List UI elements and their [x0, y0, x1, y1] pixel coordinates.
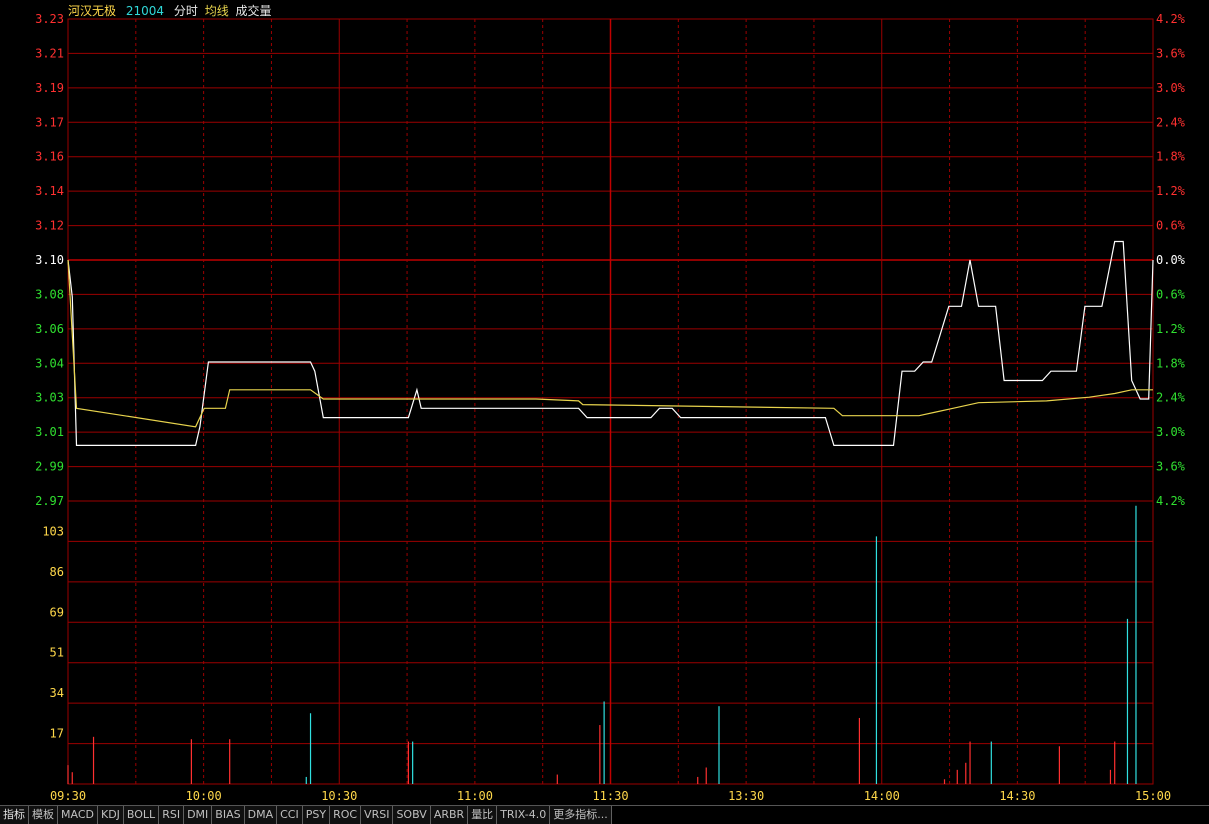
- tab-1[interactable]: 模板: [29, 806, 58, 824]
- tab-12[interactable]: VRSI: [361, 806, 394, 824]
- volume-tick-label: 103: [42, 524, 64, 538]
- tab-8[interactable]: DMA: [244, 806, 278, 824]
- tab-2[interactable]: MACD: [58, 806, 98, 824]
- time-tick-label: 09:30: [50, 789, 86, 803]
- tab-14[interactable]: ARBR: [430, 806, 469, 824]
- tab-16[interactable]: TRIX-4.0: [497, 806, 551, 824]
- percent-tick-label: 3.0%: [1156, 425, 1186, 439]
- percent-tick-label: 2.4%: [1156, 391, 1186, 405]
- tab-15[interactable]: 量比: [468, 806, 498, 824]
- price-tick-label: 3.23: [35, 12, 64, 26]
- price-tick-label: 3.04: [35, 356, 64, 370]
- price-tick-label: 3.21: [35, 46, 64, 60]
- tab-0[interactable]: 指标: [0, 806, 29, 824]
- volume-tick-label: 86: [50, 565, 64, 579]
- time-tick-label: 14:00: [864, 789, 900, 803]
- volume-axis-labels: 103 86 69 51 34 17: [42, 524, 64, 740]
- price-tick-label: 3.10: [35, 253, 64, 267]
- price-tick-label: 3.14: [35, 184, 64, 198]
- label-volume: 成交量: [235, 4, 272, 18]
- volume-tick-label: 69: [50, 605, 64, 619]
- price-tick-label: 3.06: [35, 322, 64, 336]
- time-tick-label: 10:30: [321, 789, 357, 803]
- tab-9[interactable]: CCI: [277, 806, 303, 824]
- price-tick-label: 3.16: [35, 150, 64, 164]
- percent-tick-label: 0.6%: [1156, 219, 1186, 233]
- label-intraday: 分时: [173, 4, 198, 18]
- percent-tick-label: 4.2%: [1156, 12, 1186, 26]
- price-tick-label: 3.17: [35, 115, 64, 129]
- percent-tick-label: 2.4%: [1156, 115, 1186, 129]
- percent-tick-label: 0.6%: [1156, 287, 1186, 301]
- tab-6[interactable]: DMI: [184, 806, 213, 824]
- price-tick-label: 3.12: [35, 219, 64, 233]
- percent-tick-label: 1.8%: [1156, 356, 1186, 370]
- chart-grid: [67, 18, 1154, 785]
- time-tick-label: 11:30: [592, 789, 628, 803]
- price-tick-label: 2.97: [35, 494, 64, 508]
- time-tick-label: 13:30: [728, 789, 764, 803]
- percent-tick-label: 3.6%: [1156, 460, 1186, 474]
- volume-tick-label: 51: [50, 646, 64, 660]
- stock-code: 21004: [125, 4, 165, 18]
- tab-11[interactable]: ROC: [330, 806, 362, 824]
- percent-tick-label: 3.0%: [1156, 81, 1186, 95]
- label-average: 均线: [204, 4, 229, 18]
- time-tick-label: 15:00: [1135, 789, 1171, 803]
- price-tick-label: 3.01: [35, 425, 64, 439]
- stock-name: 河汉无极: [68, 4, 117, 18]
- percent-tick-label: 4.2%: [1156, 494, 1186, 508]
- percent-axis-labels: 4.2% 3.6% 3.0% 2.4% 1.8% 1.2% 0.6% 0.0% 0.6% 1.2%…: [1156, 12, 1186, 508]
- tab-10[interactable]: PSY: [302, 806, 331, 824]
- intraday-chart: 3.23 3.21 3.19 3.17 3.16 3.14 3.12 3.10 3.08 3.06…: [35, 12, 1186, 803]
- volume-tick-label: 17: [50, 727, 64, 741]
- tab-4[interactable]: BOLL: [123, 806, 160, 824]
- percent-tick-label: 1.8%: [1156, 150, 1186, 164]
- tab-17[interactable]: 更多指标...: [550, 806, 612, 824]
- chart-header: 河汉无极 21004 分时 均线 成交量: [68, 2, 278, 19]
- percent-tick-label: 0.0%: [1156, 253, 1186, 267]
- volume-bars: [67, 505, 1137, 784]
- price-tick-label: 2.99: [35, 460, 64, 474]
- indicator-tab-bar: 指标 模板 MACD KDJ BOLL RSI DMI BIAS DMA CCI PSY ROC VRS…: [0, 805, 1209, 824]
- price-axis-labels: 3.23 3.21 3.19 3.17 3.16 3.14 3.12 3.10 3.08 3.06…: [35, 12, 64, 508]
- percent-tick-label: 1.2%: [1156, 184, 1186, 198]
- price-tick-label: 3.08: [35, 287, 64, 301]
- tab-5[interactable]: RSI: [159, 806, 185, 824]
- tab-3[interactable]: KDJ: [97, 806, 124, 824]
- tab-7[interactable]: BIAS: [212, 806, 245, 824]
- tab-13[interactable]: SOBV: [393, 806, 431, 824]
- price-tick-label: 3.03: [35, 391, 64, 405]
- percent-tick-label: 1.2%: [1156, 322, 1186, 336]
- percent-tick-label: 3.6%: [1156, 46, 1186, 60]
- time-tick-label: 10:00: [186, 789, 222, 803]
- volume-tick-label: 34: [50, 686, 64, 700]
- time-tick-label: 14:30: [999, 789, 1035, 803]
- time-axis-labels: 09:30 10:00 10:30 11:00 11:30 13:30 14:00 14:30…: [50, 789, 1171, 803]
- price-tick-label: 3.19: [35, 81, 64, 95]
- time-tick-label: 11:00: [457, 789, 493, 803]
